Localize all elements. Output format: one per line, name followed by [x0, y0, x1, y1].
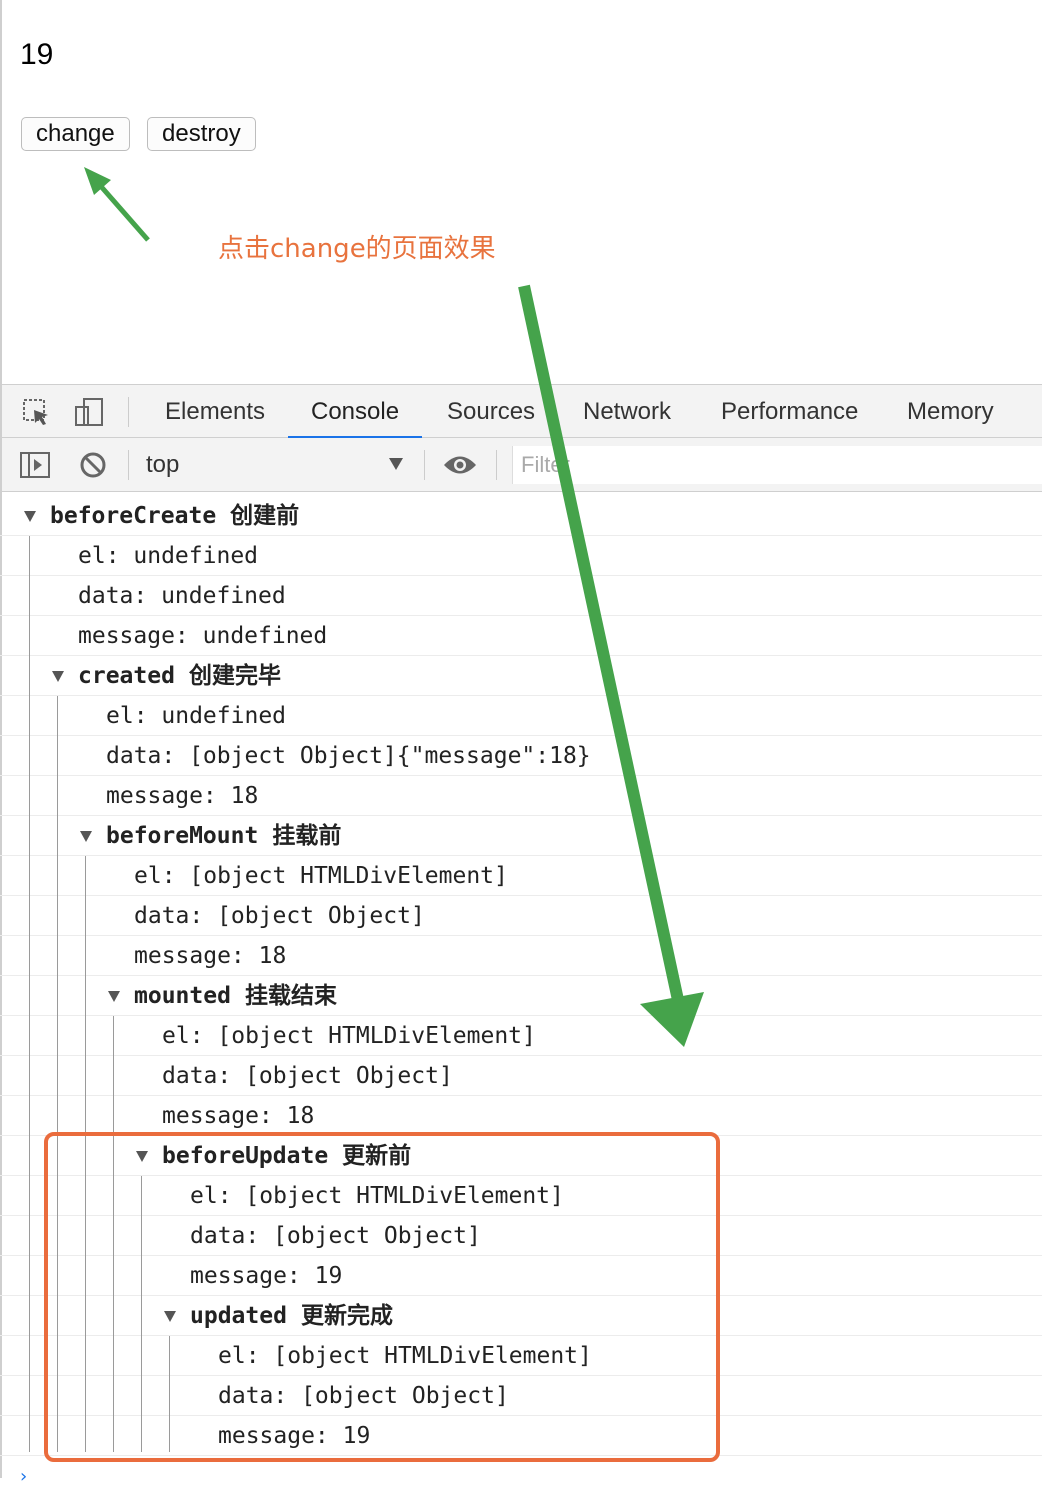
hook-label: 挂载前 — [272, 823, 342, 849]
console-toolbar: top Filter — [2, 438, 1042, 492]
console-log-row: el: undefined — [0, 536, 1042, 576]
change-button[interactable]: change — [21, 117, 130, 151]
log-text: el: [object HTMLDivElement] — [162, 1023, 536, 1049]
tab-performance[interactable]: Performance — [721, 385, 858, 439]
log-text: el: undefined — [106, 703, 287, 729]
chevron-down-icon[interactable] — [388, 456, 404, 475]
toolbar-divider — [128, 450, 129, 480]
hook-name: beforeMount — [106, 823, 259, 849]
group-title: created 创建完毕 — [78, 656, 281, 696]
hook-name: beforeCreate — [50, 503, 217, 529]
log-text: data: undefined — [78, 583, 286, 609]
console-log-row: el: [object HTMLDivElement] — [0, 856, 1042, 896]
log-text: message: undefined — [78, 623, 328, 649]
console-log-row: el: [object HTMLDivElement] — [0, 1016, 1042, 1056]
console-log-row: message: 18 — [0, 776, 1042, 816]
tab-sources[interactable]: Sources — [447, 385, 535, 439]
console-log-row: el: undefined — [0, 696, 1042, 736]
inspect-element-icon[interactable] — [22, 398, 52, 432]
destroy-button[interactable]: destroy — [147, 117, 256, 151]
log-text: message: 18 — [134, 943, 287, 969]
group-title: beforeCreate 创建前 — [50, 496, 299, 536]
console-group-row[interactable]: beforeCreate 创建前 — [0, 496, 1042, 536]
console-prompt[interactable]: › — [20, 1466, 27, 1487]
toolbar-divider — [424, 450, 425, 480]
log-text: data: [object Object] — [134, 903, 425, 929]
group-title: mounted 挂载结束 — [134, 976, 337, 1016]
eye-icon[interactable] — [443, 454, 477, 480]
console-log-row: data: [object Object] — [0, 1056, 1042, 1096]
expand-triangle-icon[interactable] — [24, 511, 36, 522]
filter-input[interactable]: Filter — [512, 446, 1042, 484]
console-log-row: data: undefined — [0, 576, 1042, 616]
console-log-row: data: [object Object] — [0, 896, 1042, 936]
log-text: data: [object Object] — [162, 1063, 453, 1089]
expand-triangle-icon[interactable] — [80, 831, 92, 842]
hook-label: 创建完毕 — [188, 663, 281, 689]
update-highlight-box — [44, 1132, 720, 1462]
hook-label: 创建前 — [230, 503, 300, 529]
hook-name: created — [78, 663, 175, 689]
hook-name: mounted — [134, 983, 231, 1009]
tab-network[interactable]: Network — [583, 385, 671, 439]
console-group-row[interactable]: beforeMount 挂载前 — [0, 816, 1042, 856]
log-text: message: 18 — [162, 1103, 315, 1129]
toolbar-divider — [128, 397, 129, 427]
console-log-row: data: [object Object]{"message":18} — [0, 736, 1042, 776]
log-text: el: [object HTMLDivElement] — [134, 863, 508, 889]
log-text: el: undefined — [78, 543, 259, 569]
log-text: data: [object Object]{"message":18} — [106, 743, 591, 769]
tab-memory[interactable]: Memory — [907, 385, 994, 439]
devtools-tabbar: Elements Console Sources Network Perform… — [2, 384, 1042, 439]
tab-console[interactable]: Console — [287, 385, 423, 439]
page-preview: 19 change destroy 点击change的页面效果 — [0, 0, 1042, 384]
console-log-row: message: undefined — [0, 616, 1042, 656]
sidebar-toggle-icon[interactable] — [20, 451, 50, 483]
expand-triangle-icon[interactable] — [52, 671, 64, 682]
console-group-row[interactable]: created 创建完毕 — [0, 656, 1042, 696]
expand-triangle-icon[interactable] — [108, 991, 120, 1002]
clear-console-icon[interactable] — [79, 451, 107, 483]
group-guide-line — [29, 536, 30, 1452]
console-group-row[interactable]: mounted 挂载结束 — [0, 976, 1042, 1016]
toolbar-divider — [496, 450, 497, 480]
context-selector[interactable]: top — [146, 438, 179, 492]
annotation-text: 点击change的页面效果 — [218, 234, 496, 264]
hook-label: 挂载结束 — [244, 983, 337, 1009]
tab-elements[interactable]: Elements — [165, 385, 265, 439]
log-text: message: 18 — [106, 783, 259, 809]
console-log-row: message: 18 — [0, 1096, 1042, 1136]
counter-value: 19 — [20, 38, 54, 71]
device-toolbar-icon[interactable] — [74, 397, 106, 433]
group-title: beforeMount 挂载前 — [106, 816, 341, 856]
console-log-row: message: 18 — [0, 936, 1042, 976]
